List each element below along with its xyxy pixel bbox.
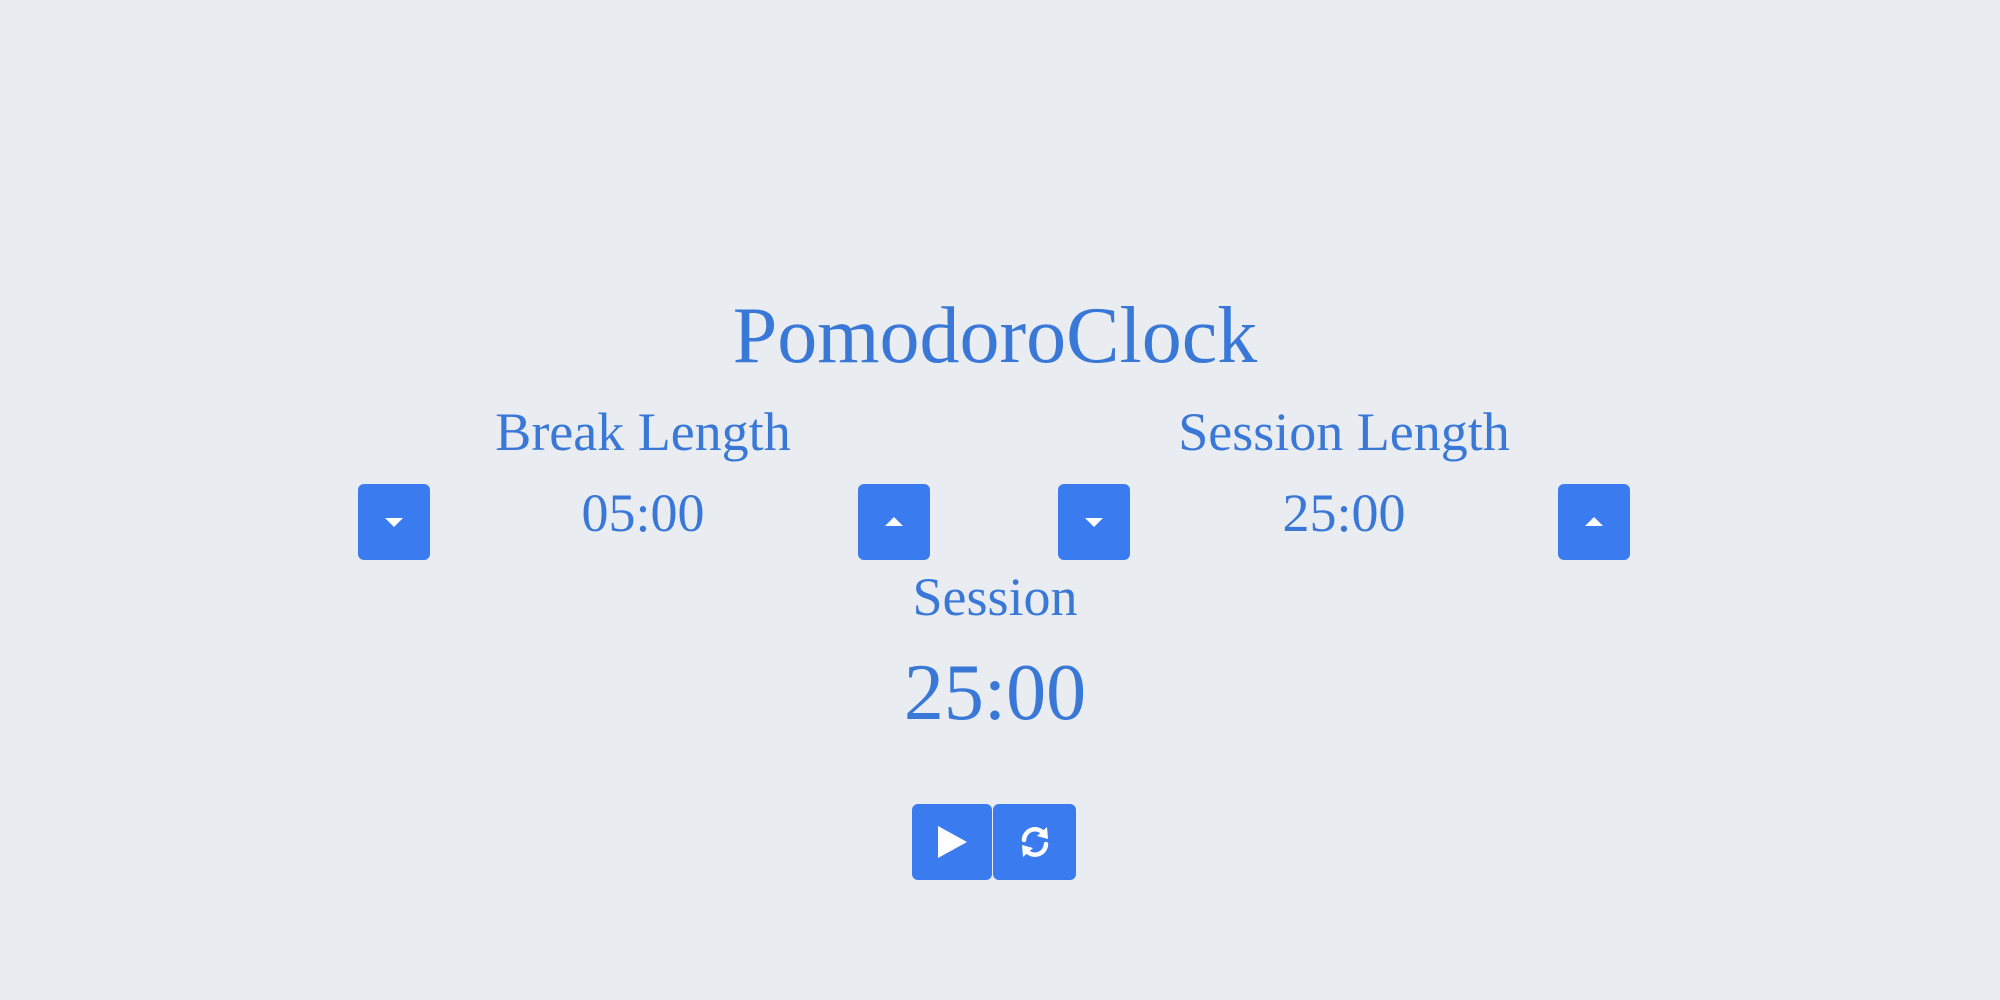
session-increment-button[interactable] xyxy=(1558,484,1630,560)
break-length-label: Break Length xyxy=(495,402,791,462)
caret-up-icon xyxy=(1584,516,1604,528)
reset-button[interactable] xyxy=(993,804,1076,880)
break-length-value: 05:00 xyxy=(581,483,705,543)
caret-up-icon xyxy=(884,516,904,528)
session-decrement-button[interactable] xyxy=(1058,484,1130,560)
caret-down-icon xyxy=(384,516,404,528)
break-decrement-button[interactable] xyxy=(358,484,430,560)
caret-down-icon xyxy=(1084,516,1104,528)
timer-label: Session xyxy=(912,567,1078,627)
play-icon xyxy=(935,824,969,860)
session-length-value: 25:00 xyxy=(1282,483,1406,543)
refresh-icon xyxy=(1017,824,1053,860)
start-stop-button[interactable] xyxy=(912,804,992,880)
break-increment-button[interactable] xyxy=(858,484,930,560)
time-left: 25:00 xyxy=(903,649,1087,737)
page-title: PomodoroClock xyxy=(732,292,1258,380)
session-length-label: Session Length xyxy=(1178,402,1510,462)
